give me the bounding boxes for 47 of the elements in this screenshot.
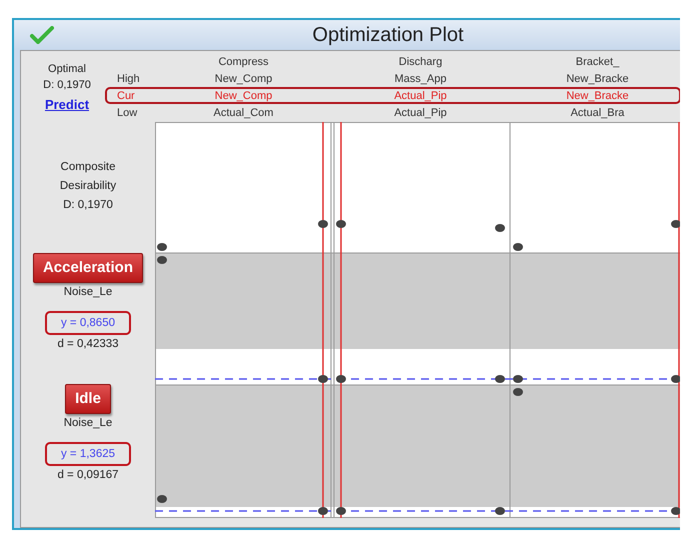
plot-point — [336, 220, 346, 228]
plot-point — [513, 375, 523, 383]
factor-low: Actual_Pip — [394, 106, 447, 121]
composite-label: Desirability — [60, 179, 116, 194]
plot-point — [513, 243, 523, 251]
factor-high: Mass_App — [394, 72, 446, 87]
optimal-label: Optimal — [48, 62, 86, 77]
plot-point — [513, 388, 523, 396]
plot-point — [495, 224, 505, 232]
factor-current: New_Comp — [214, 89, 272, 104]
plot-point — [318, 375, 328, 383]
desirability-value: d = 0,42333 — [57, 337, 119, 352]
response-name: Noise_Le — [64, 416, 112, 431]
window-title: Optimization Plot — [311, 23, 465, 48]
plot-point — [495, 375, 505, 383]
factor-high: New_Comp — [214, 72, 272, 87]
plot-point — [671, 220, 680, 228]
factor-current: Actual_Pip — [394, 89, 447, 104]
composite-label: Composite — [60, 160, 116, 175]
desirability-value: d = 0,09167 — [57, 468, 119, 483]
factor-low: Actual_Bra — [570, 106, 624, 121]
factor-current: New_Bracke — [566, 89, 629, 104]
factor-name: Discharg — [398, 55, 442, 70]
factor-name: Compress — [218, 55, 269, 70]
plot-point — [157, 495, 167, 503]
predict-link[interactable]: Predict — [44, 97, 90, 113]
plot-point — [318, 220, 328, 228]
plot-point — [671, 375, 680, 383]
plot-point — [318, 507, 328, 515]
checkmark-icon — [30, 26, 54, 44]
plot-point — [495, 507, 505, 515]
plot-point — [157, 256, 167, 264]
plot-point — [336, 375, 346, 383]
factor-high: New_Bracke — [566, 72, 629, 87]
response-value: y = 1,3625 — [44, 442, 132, 466]
plot-point — [671, 507, 680, 515]
composite-label: D: 0,1970 — [63, 198, 113, 213]
response-value: y = 0,8650 — [44, 311, 131, 335]
factor-low: Actual_Com — [214, 106, 274, 121]
row-label: Cur — [117, 89, 136, 104]
plot-point — [336, 507, 346, 515]
response-name: Noise_Le — [64, 285, 112, 300]
optimal-value: D: 0,1970 — [43, 78, 91, 93]
row-label: Low — [117, 106, 138, 121]
factor-name: Bracket_ — [576, 55, 620, 70]
plot-point — [157, 243, 167, 251]
row-label: High — [117, 72, 141, 87]
